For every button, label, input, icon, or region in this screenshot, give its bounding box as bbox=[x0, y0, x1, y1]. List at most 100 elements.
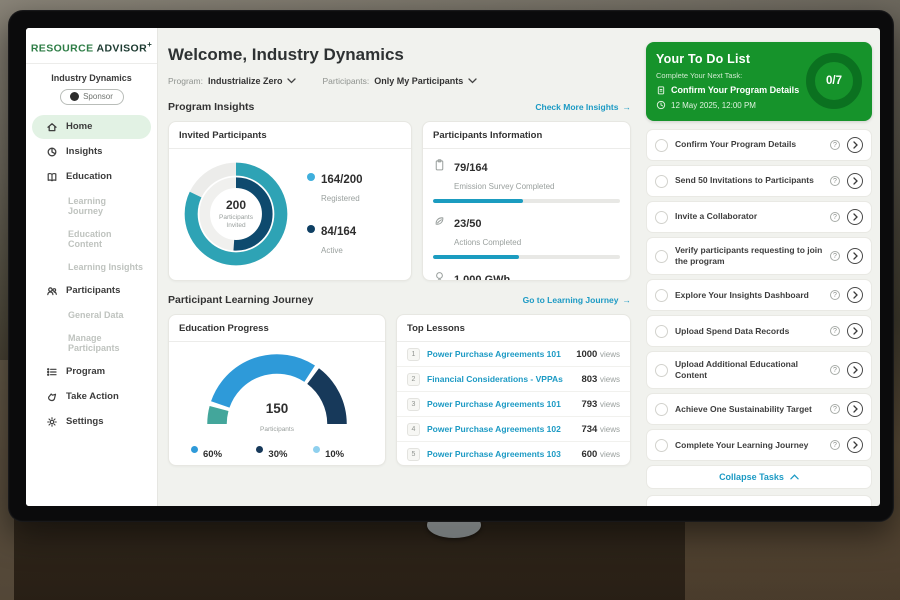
invited-participants-card: Invited Participants 200 Participants In… bbox=[168, 121, 412, 281]
clock-icon bbox=[656, 100, 666, 110]
sidebar-item-take-action[interactable]: Take Action bbox=[32, 385, 151, 409]
legend-dot-pending bbox=[256, 446, 263, 453]
sidebar-item-label: Settings bbox=[66, 416, 103, 427]
todo-checkbox[interactable] bbox=[655, 289, 668, 302]
help-icon[interactable]: ? bbox=[830, 440, 840, 450]
todo-item[interactable]: Confirm Your Program Details ? bbox=[646, 129, 872, 161]
sidebar-item-insights[interactable]: Insights bbox=[32, 140, 151, 164]
sidebar-item-learning-journey[interactable]: Learning Journey bbox=[32, 190, 151, 222]
todo-item[interactable]: Verify participants requesting to join t… bbox=[646, 237, 872, 275]
sidebar-item-education[interactable]: Education bbox=[32, 165, 151, 189]
help-icon[interactable]: ? bbox=[830, 251, 840, 261]
sidebar-item-home[interactable]: Home bbox=[32, 115, 151, 139]
help-icon[interactable]: ? bbox=[830, 404, 840, 414]
todo-item-label: Invite a Collaborator bbox=[675, 211, 823, 222]
lesson-link[interactable]: Power Purchase Agreements 101 bbox=[427, 399, 574, 409]
recent-news-heading: Recent News bbox=[657, 505, 861, 506]
sidebar-item-label: Learning Journey bbox=[68, 196, 143, 216]
sidebar-item-general-data[interactable]: General Data bbox=[32, 304, 151, 326]
lesson-link[interactable]: Power Purchase Agreements 102 bbox=[427, 424, 574, 434]
todo-checkbox[interactable] bbox=[655, 439, 668, 452]
legend-pending: 30% Pending bbox=[256, 444, 296, 466]
info-row-actions: 23/50 Actions Completed bbox=[433, 209, 620, 265]
arrow-right-icon: → bbox=[623, 102, 632, 112]
legend-pct: 60% bbox=[203, 449, 222, 460]
todo-checkbox[interactable] bbox=[655, 139, 668, 152]
lesson-views-count: 600 bbox=[581, 449, 597, 460]
lightbulb-icon bbox=[433, 270, 446, 281]
todo-item[interactable]: Complete Your Learning Journey ? bbox=[646, 429, 872, 461]
chevron-right-button[interactable] bbox=[847, 401, 863, 417]
help-icon[interactable]: ? bbox=[830, 290, 840, 300]
chevron-right-icon bbox=[854, 406, 857, 412]
legend-pct: 10% bbox=[325, 449, 344, 460]
participants-icon bbox=[46, 285, 58, 297]
todo-checkbox[interactable] bbox=[655, 364, 668, 377]
logo-plus: + bbox=[147, 40, 152, 49]
link-label: Go to Learning Journey bbox=[523, 295, 619, 305]
chevron-right-button[interactable] bbox=[847, 287, 863, 303]
todo-checkbox[interactable] bbox=[655, 325, 668, 338]
help-icon[interactable]: ? bbox=[830, 140, 840, 150]
todo-item[interactable]: Upload Spend Data Records ? bbox=[646, 315, 872, 347]
sidebar-item-education-content[interactable]: Education Content bbox=[32, 223, 151, 255]
chevron-right-button[interactable] bbox=[847, 173, 863, 189]
todo-progress-badge: 0/7 bbox=[826, 75, 842, 87]
go-to-learning-journey-link[interactable]: Go to Learning Journey → bbox=[523, 295, 631, 305]
sidebar-item-program[interactable]: Program bbox=[32, 360, 151, 384]
program-dropdown[interactable]: Program: Industrialize Zero bbox=[168, 76, 296, 86]
legend-value: 84/164 bbox=[321, 226, 356, 238]
help-icon[interactable]: ? bbox=[830, 212, 840, 222]
todo-checkbox[interactable] bbox=[655, 211, 668, 224]
sidebar-item-participants[interactable]: Participants bbox=[32, 279, 151, 303]
lesson-row: 1 Power Purchase Agreements 101 1000 vie… bbox=[397, 342, 630, 367]
todo-item[interactable]: Achieve One Sustainability Target ? bbox=[646, 393, 872, 425]
survey-clipboard-icon bbox=[433, 158, 446, 172]
collapse-tasks-link[interactable]: Collapse Tasks bbox=[646, 465, 872, 489]
todo-header-card: Your To Do List Complete Your Next Task:… bbox=[646, 42, 872, 121]
chevron-right-button[interactable] bbox=[847, 437, 863, 453]
sidebar-item-learning-insights[interactable]: Learning Insights bbox=[32, 256, 151, 278]
legend-value: 164/200 bbox=[321, 174, 363, 186]
info-row-consumption: 1,000 GWh Total Global Consumption bbox=[433, 265, 620, 281]
todo-due-date: 12 May 2025, 12:00 PM bbox=[671, 101, 756, 110]
chevron-right-icon bbox=[854, 253, 857, 259]
todo-checkbox[interactable] bbox=[655, 403, 668, 416]
participants-dropdown[interactable]: Participants: Only My Participants bbox=[322, 76, 477, 86]
chevron-right-button[interactable] bbox=[847, 209, 863, 225]
card-title: Invited Participants bbox=[169, 122, 411, 149]
help-icon[interactable]: ? bbox=[830, 326, 840, 336]
todo-checkbox[interactable] bbox=[655, 250, 668, 263]
todo-item[interactable]: Send 50 Invitations to Participants ? bbox=[646, 165, 872, 197]
donut-center-value: 200 bbox=[226, 198, 246, 212]
sidebar-item-settings[interactable]: Settings bbox=[32, 410, 151, 434]
chevron-up-icon bbox=[790, 474, 799, 480]
todo-item[interactable]: Explore Your Insights Dashboard ? bbox=[646, 279, 872, 311]
program-insights-heading: Program Insights bbox=[168, 101, 254, 113]
lesson-link[interactable]: Financial Considerations - VPPAs bbox=[427, 374, 574, 384]
lesson-views-count: 734 bbox=[581, 424, 597, 435]
chevron-right-button[interactable] bbox=[847, 137, 863, 153]
chevron-right-button[interactable] bbox=[847, 248, 863, 264]
lesson-link[interactable]: Power Purchase Agreements 103 bbox=[427, 449, 574, 459]
lesson-views-word: views bbox=[600, 350, 620, 359]
chevron-right-button[interactable] bbox=[847, 323, 863, 339]
card-title: Participants Information bbox=[423, 122, 630, 149]
info-row-survey: 79/164 Emission Survey Completed bbox=[433, 153, 620, 209]
chevron-right-icon bbox=[854, 292, 857, 298]
lesson-link[interactable]: Power Purchase Agreements 101 bbox=[427, 349, 569, 359]
todo-item[interactable]: Upload Additional Educational Content ? bbox=[646, 351, 872, 389]
sidebar-item-manage-participants[interactable]: Manage Participants bbox=[32, 327, 151, 359]
todo-item-label: Upload Additional Educational Content bbox=[675, 359, 823, 381]
info-value: 79/164 bbox=[454, 162, 488, 174]
todo-next-task: Confirm Your Program Details bbox=[671, 85, 799, 95]
help-icon[interactable]: ? bbox=[830, 176, 840, 186]
todo-item[interactable]: Invite a Collaborator ? bbox=[646, 201, 872, 233]
todo-checkbox[interactable] bbox=[655, 175, 668, 188]
task-clipboard-icon bbox=[656, 85, 666, 95]
app-window: RESOURCE ADVISOR+ Industry Dynamics Spon… bbox=[26, 28, 880, 506]
help-icon[interactable]: ? bbox=[830, 365, 840, 375]
legend-pct: 30% bbox=[268, 449, 287, 460]
check-more-insights-link[interactable]: Check More Insights → bbox=[535, 102, 631, 112]
chevron-right-button[interactable] bbox=[847, 362, 863, 378]
